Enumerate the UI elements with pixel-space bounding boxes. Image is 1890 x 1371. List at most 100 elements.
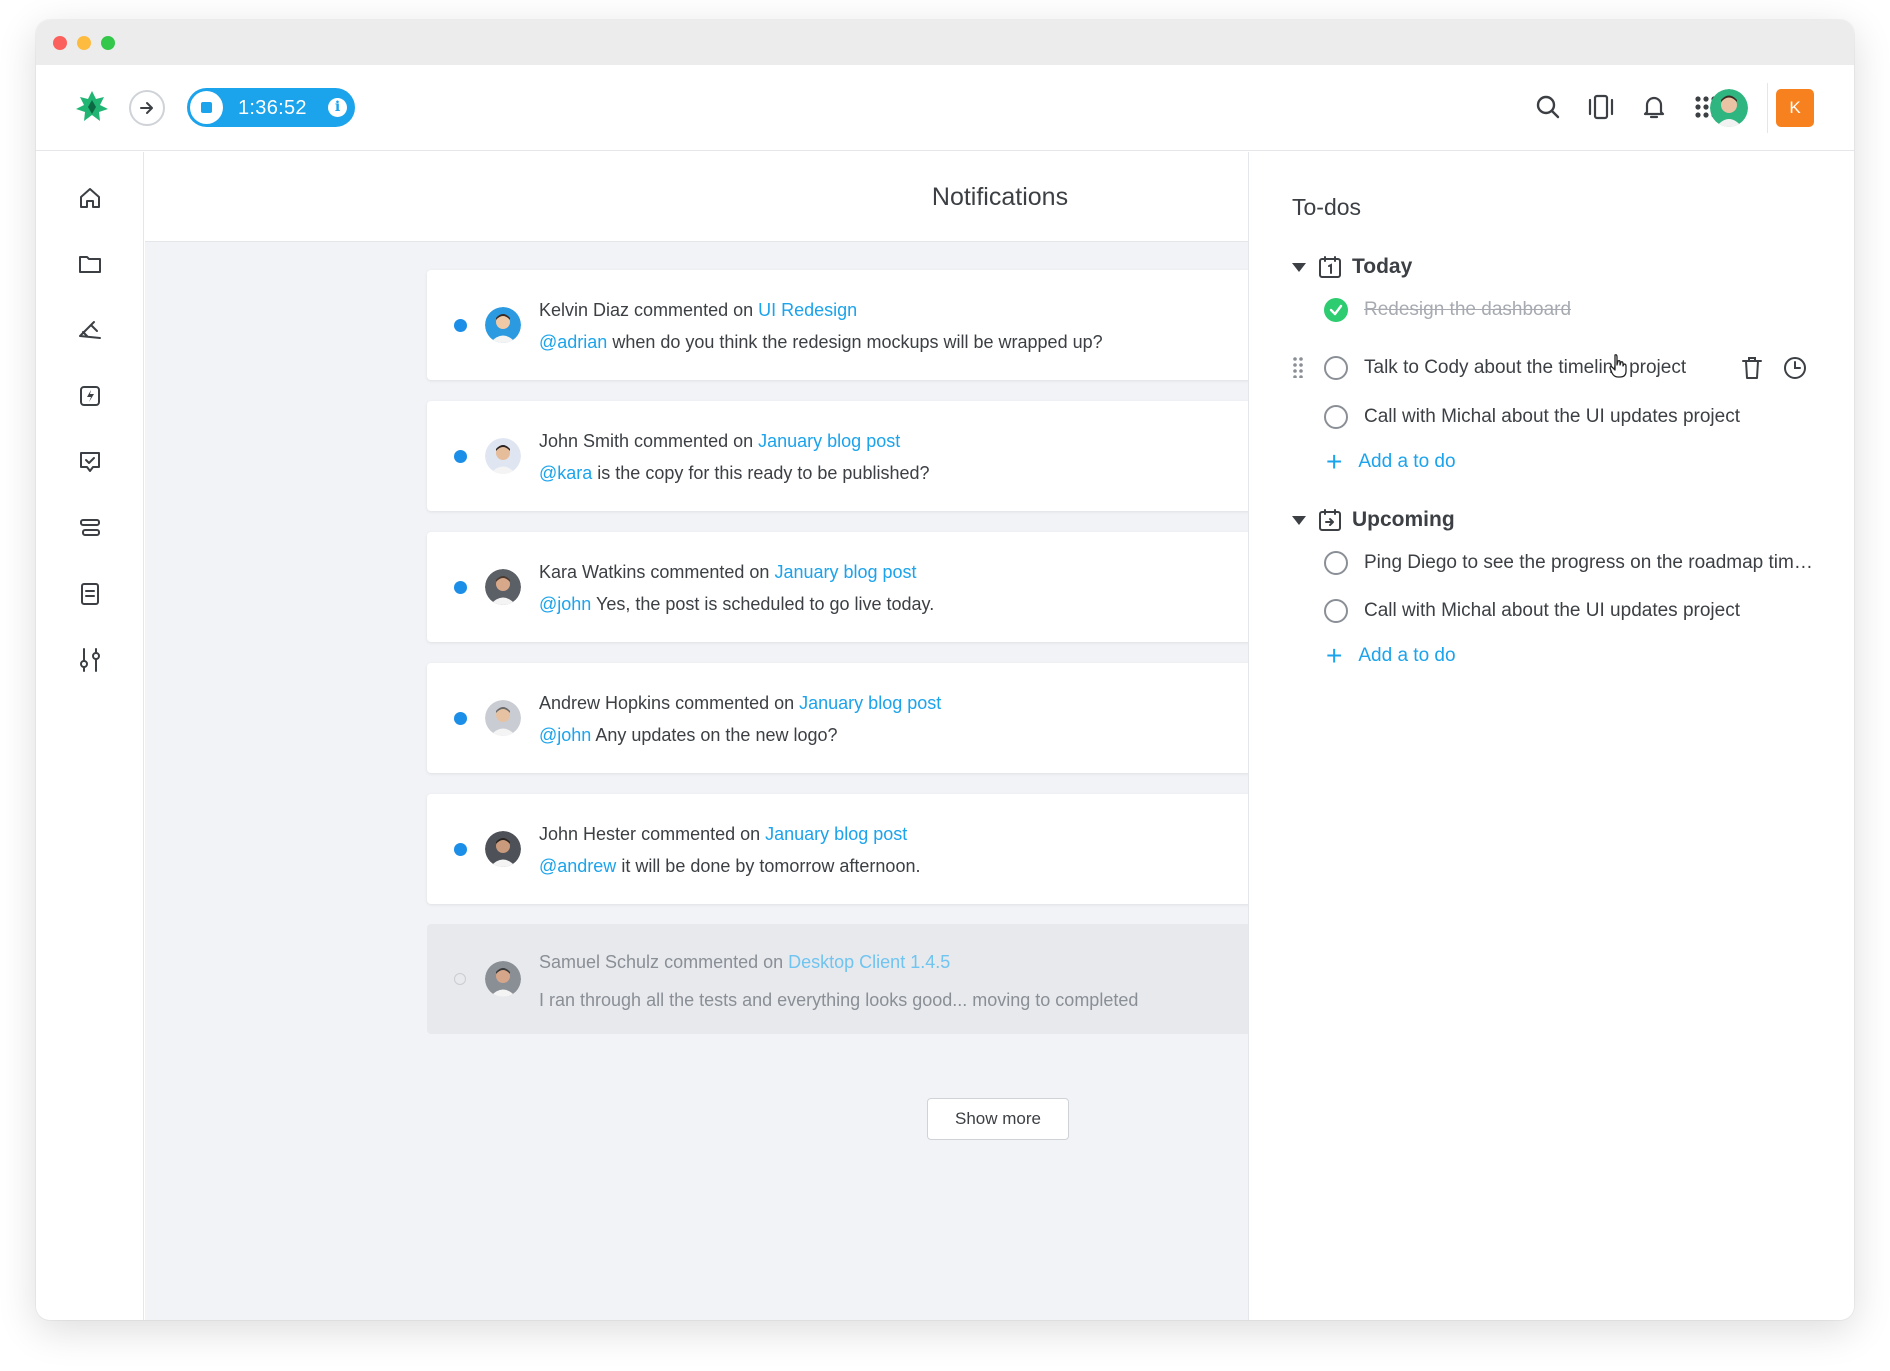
notification-card[interactable]: Kara Watkins commented on January blog p… [427,532,1248,642]
organization-badge[interactable]: K [1776,89,1814,127]
notifications-panel: Notifications Kelvin Diaz commented on U… [145,152,1248,1320]
todo-checkbox-checked[interactable] [1324,298,1348,322]
notification-summary: Andrew Hopkins commented on January blog… [539,693,941,714]
minimize-window-button[interactable] [77,36,91,50]
timer-time: 1:36:52 [238,97,307,119]
mention-link[interactable]: @john [539,594,591,614]
notification-message-text: Any updates on the new logo? [591,725,838,745]
caret-down-icon [1292,262,1306,272]
avatar [485,961,521,997]
show-more-button[interactable]: Show more [927,1098,1069,1140]
sidebar-item-projects[interactable] [70,244,110,284]
sidebar-item-reports[interactable] [70,574,110,614]
app-logo[interactable] [72,87,112,127]
read-indicator[interactable] [454,973,466,985]
notification-target-link[interactable]: Desktop Client 1.4.5 [788,952,950,972]
todo-text[interactable]: Call with Michal about the UI updates pr… [1364,600,1740,622]
todo-text[interactable]: Ping Diego to see the progress on the ro… [1364,552,1820,574]
section-upcoming-label: Upcoming [1352,508,1455,531]
mention-link[interactable]: @andrew [539,856,616,876]
sidebar-item-dashboard[interactable] [70,178,110,218]
calendar-today-icon [1319,256,1341,278]
timer-widget[interactable]: 1:36:52 i [187,88,355,127]
todo-text[interactable]: Call with Michal about the UI updates pr… [1364,406,1740,428]
plus-icon: + [1326,640,1343,671]
notification-verb: commented on [636,824,766,844]
notification-card[interactable]: Samuel Schulz commented on Desktop Clien… [427,924,1248,1034]
todo-checkbox[interactable] [1324,356,1348,380]
notification-message-text: when do you think the redesign mockups w… [607,332,1103,352]
todo-text[interactable]: Talk to Cody about the timeline project [1364,357,1686,379]
unread-indicator[interactable] [454,843,467,856]
sidebar-item-tasks[interactable] [70,442,110,482]
sidebar-item-settings[interactable] [70,640,110,680]
drag-handle-icon[interactable] [1292,356,1304,378]
notification-target-link[interactable]: UI Redesign [758,300,857,320]
notification-summary: John Smith commented on January blog pos… [539,431,900,452]
window-titlebar [36,20,1854,65]
notification-author: Kelvin Diaz [539,300,630,320]
todo-checkbox[interactable] [1324,551,1348,575]
avatar [485,700,521,736]
todo-checkbox[interactable] [1324,599,1348,623]
page-title: Notifications [931,183,1069,211]
notification-verb: commented on [659,952,789,972]
schedule-todo-button[interactable] [1781,354,1809,382]
notification-target-link[interactable]: January blog post [758,431,900,451]
todos-title: To-dos [1292,194,1362,220]
unread-indicator[interactable] [454,581,467,594]
todo-checkbox[interactable] [1324,405,1348,429]
trash-icon [1742,357,1762,379]
bell-icon [1643,96,1665,119]
notification-card[interactable]: Andrew Hopkins commented on January blog… [427,663,1248,773]
notification-target-link[interactable]: January blog post [799,693,941,713]
notification-target-link[interactable]: January blog post [774,562,916,582]
section-upcoming[interactable]: Upcoming [1292,505,1455,535]
sidebar-item-activity[interactable] [70,310,110,350]
folder-icon [79,256,101,273]
notification-summary: John Hester commented on January blog po… [539,824,907,845]
notification-message: @john Any updates on the new logo? [539,725,838,746]
todo-text[interactable]: Redesign the dashboard [1364,299,1571,321]
unread-indicator[interactable] [454,319,467,332]
timesheet-button[interactable] [1583,89,1619,125]
todo-item: Call with Michal about the UI updates pr… [1324,402,1844,432]
notification-verb: commented on [629,300,759,320]
tasks-icon [80,452,100,472]
sidebar-item-insights[interactable] [70,376,110,416]
add-todo-today-button[interactable]: + Add a to do [1326,447,1456,477]
close-window-button[interactable] [53,36,67,50]
notifications-header: Notifications [145,152,1248,242]
unread-indicator[interactable] [454,712,467,725]
delete-todo-button[interactable] [1738,354,1766,382]
header-divider [1767,83,1768,133]
hand-cursor-icon [1609,354,1627,378]
notification-author: Samuel Schulz [539,952,660,972]
notification-verb: commented on [670,693,800,713]
mention-link[interactable]: @adrian [539,332,607,352]
notification-card[interactable]: Kelvin Diaz commented on UI Redesign @adr… [427,270,1248,380]
notifications-button[interactable] [1636,89,1672,125]
sidebar-item-timeline[interactable] [70,508,110,548]
mention-link[interactable]: @kara [539,463,592,483]
section-today[interactable]: Today [1292,252,1412,282]
notification-card[interactable]: John Hester commented on January blog po… [427,794,1248,904]
clock-icon [1784,357,1806,379]
add-todo-upcoming-button[interactable]: + Add a to do [1326,641,1456,671]
notification-message-text: it will be done by tomorrow afternoon. [616,856,921,876]
info-icon[interactable]: i [328,98,347,117]
todo-item: Talk to Cody about the timeline project [1324,353,1764,383]
notification-verb: commented on [645,562,775,582]
expand-sidebar-button[interactable] [129,90,165,126]
maximize-window-button[interactable] [101,36,115,50]
notification-target-link[interactable]: January blog post [765,824,907,844]
notification-message: I ran through all the tests and everythi… [539,990,1138,1011]
notification-card[interactable]: John Smith commented on January blog pos… [427,401,1248,511]
search-button[interactable] [1530,89,1566,125]
stop-timer-button[interactable] [190,91,223,124]
unread-indicator[interactable] [454,450,467,463]
user-avatar[interactable] [1710,89,1748,127]
notification-message: @adrian when do you think the redesign m… [539,332,1103,353]
mention-link[interactable]: @john [539,725,591,745]
notification-message-text: is the copy for this ready to be publish… [592,463,930,483]
